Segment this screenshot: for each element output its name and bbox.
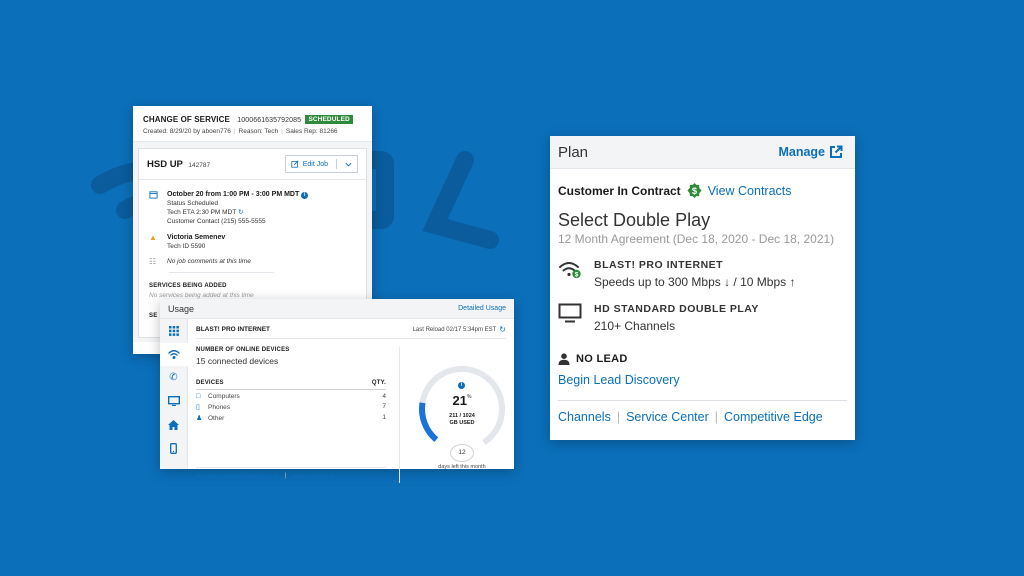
device-row: □ Computers 4: [196, 393, 386, 400]
reason-text: Reason: Tech: [238, 128, 279, 135]
svg-text:$: $: [575, 272, 579, 279]
info-icon[interactable]: i: [458, 382, 465, 389]
phone-icon: ▯: [196, 404, 200, 411]
usage-plan-name: BLAST! PRO INTERNET: [196, 326, 271, 333]
wifi-icon[interactable]: [159, 342, 188, 366]
svg-text:$: $: [692, 186, 698, 196]
service-center-link[interactable]: Service Center: [626, 410, 709, 424]
home-icon[interactable]: [160, 413, 188, 437]
phone-handset-icon[interactable]: ✆: [160, 366, 188, 390]
usage-used-unit: GB USED: [449, 420, 475, 426]
person-icon: ♟: [196, 415, 203, 422]
usage-percent: 21: [452, 393, 467, 408]
plan-title: Plan: [558, 143, 589, 161]
usage-gauge: i 21% 211 / 1024 GB USED 12 days left th…: [416, 363, 516, 473]
device-row: ▯ Phones 7: [196, 403, 386, 411]
plan-name: Select Double Play: [558, 210, 711, 230]
grid-icon[interactable]: [160, 319, 188, 343]
lead-label: NO LEAD: [576, 353, 628, 365]
order-number: 1000661635792085: [237, 117, 302, 124]
tech-id: Tech ID 5590: [167, 243, 206, 250]
usage-card: Usage Detailed Usage ✆ BLAST! PRO INTERN…: [159, 299, 514, 483]
last-reload: Last Reload 02/17 5:34pm EST: [412, 326, 497, 333]
info-icon[interactable]: i: [301, 192, 309, 199]
job-comments: No job comments at this time: [167, 258, 251, 265]
chevron-down-icon: [345, 162, 352, 167]
external-link-icon: [830, 145, 843, 158]
edit-job-button[interactable]: Edit Job: [284, 155, 358, 173]
detailed-usage-link[interactable]: Detailed Usage: [458, 305, 506, 312]
online-devices-value: 15 connected devices: [196, 356, 279, 366]
tv-icon[interactable]: [160, 390, 188, 414]
customer-contact: Customer Contact (215) 555-5555: [167, 218, 266, 225]
devices-header: DEVICES: [196, 380, 224, 386]
view-contracts-link[interactable]: View Contracts: [708, 184, 792, 198]
device-row: ♟ Other 1: [196, 414, 386, 422]
job-datetime: October 20 from 1:00 PM - 3:00 PM MDT: [167, 191, 300, 198]
job-id: 142787: [188, 161, 211, 169]
online-devices-label: NUMBER OF ONLINE DEVICES: [196, 347, 290, 353]
status-badge: SCHEDULED: [305, 115, 353, 124]
tv-icon: [558, 303, 582, 333]
sales-rep-text: Sales Rep: 81266: [285, 128, 338, 135]
view-usage-link[interactable]: View Usage ↗: [292, 472, 334, 480]
manage-link[interactable]: Manage: [778, 145, 843, 159]
gauge-fill: [419, 366, 505, 452]
tv-title: HD STANDARD DOUBLE PLAY: [594, 303, 759, 315]
technician-icon: ▲: [149, 233, 157, 242]
comment-icon: ☷: [149, 257, 157, 266]
tech-name: Victoria Semenev: [167, 234, 226, 241]
contract-label: Customer In Contract: [558, 183, 681, 198]
laptop-icon: □: [196, 393, 201, 400]
services-text: No services being added at this time: [149, 292, 254, 299]
mobile-icon[interactable]: [160, 437, 188, 461]
calendar-icon: [149, 190, 159, 226]
cos-meta: Created: 8/29/20 by aboen776 | Reason: Tec…: [143, 128, 338, 135]
usage-nav: ✆: [159, 319, 188, 469]
days-left-label: days left this month: [438, 464, 486, 470]
job-status: Status Scheduled: [167, 200, 218, 207]
cos-header: CHANGE OF SERVICE 1000661635792085 SCHED…: [133, 106, 372, 142]
plan-footer-links: Channels | Service Center | Competitive …: [558, 410, 823, 424]
reload-icon[interactable]: ↻: [499, 325, 506, 334]
edit-job-label: Edit Job: [302, 160, 328, 168]
edit-icon: [291, 160, 299, 168]
review-packages-link[interactable]: Review Internet Packages ↗: [196, 472, 279, 480]
usage-title: Usage: [168, 303, 195, 314]
wifi-dollar-icon: $: [558, 259, 582, 289]
job-title: HSD UP: [147, 158, 183, 170]
begin-lead-discovery-link[interactable]: Begin Lead Discovery: [558, 373, 847, 387]
divider: [558, 400, 847, 401]
usage-used: 211 / 1024: [449, 413, 475, 419]
channels-link[interactable]: Channels: [558, 410, 611, 424]
internet-title: BLAST! PRO INTERNET: [594, 259, 724, 271]
tv-channels: 210+ Channels: [594, 319, 676, 333]
competitive-edge-link[interactable]: Competitive Edge: [724, 410, 823, 424]
plan-agreement: 12 Month Agreement (Dec 18, 2020 - Dec 1…: [558, 232, 835, 246]
cos-title: CHANGE OF SERVICE: [143, 115, 230, 124]
person-icon: [558, 353, 570, 365]
services-label: SERVICES BEING ADDED: [149, 283, 227, 289]
tech-eta: Tech ETA 2:30 PM MDT: [167, 209, 237, 216]
days-left: 12: [450, 444, 474, 462]
created-text: Created: 8/29/20 by aboen776: [143, 128, 231, 135]
dollar-badge-icon: $: [687, 183, 702, 198]
plan-card: Plan Manage Customer In Contract $ View …: [550, 136, 855, 440]
internet-speed: Speeds up to 300 Mbps ↓ / 10 Mbps ↑: [594, 275, 796, 289]
divider: [169, 272, 274, 273]
refresh-icon[interactable]: ↻: [238, 209, 243, 216]
qty-header: QTY.: [371, 380, 386, 386]
